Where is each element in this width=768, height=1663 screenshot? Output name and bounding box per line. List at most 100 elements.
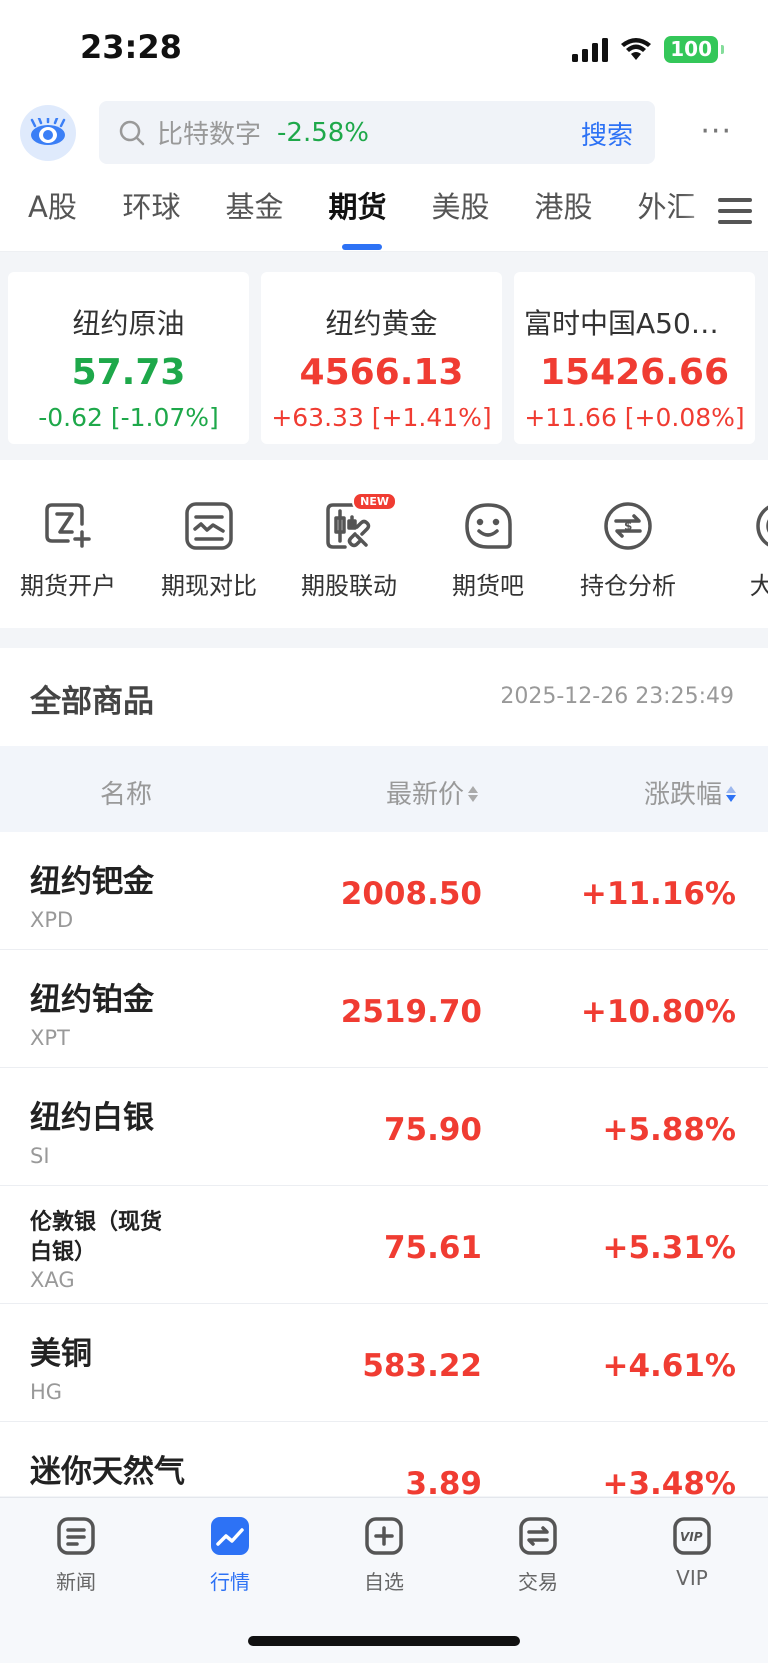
list-rows: 纽约钯金 XPD 2008.50 +11.16% 纽约铂金 XPT 2519.7… [0, 832, 768, 1496]
shortcut-grid: 期货开户 期现对比 NEW 期股联动 期货吧 $ 持仓分析 大 [0, 460, 768, 628]
shortcut-big-v[interactable]: 大V [700, 500, 768, 601]
bottom-nav: 新闻 行情 自选 交易 VIP VIP [0, 1497, 768, 1663]
news-icon [56, 1516, 96, 1556]
list-header: 名称 最新价 涨跌幅 [0, 746, 768, 832]
row-price: 583.22 [362, 1348, 482, 1384]
watchlist-add-icon [364, 1516, 404, 1556]
row-price: 75.90 [383, 1112, 482, 1148]
row-change: +10.80% [580, 994, 736, 1030]
eye-logo-icon [30, 118, 66, 145]
card-change: +11.66 [+0.08%] [524, 403, 745, 432]
card-price: 57.73 [71, 352, 186, 393]
column-price-label: 最新价 [385, 780, 464, 810]
shortcut-label: 期货开户 [20, 572, 116, 600]
column-name: 名称 [100, 780, 153, 810]
market-tabs: A股 环球 基金 期货 美股 港股 外汇 [0, 170, 768, 252]
home-indicator[interactable] [248, 1636, 520, 1646]
tab-funds[interactable]: 基金 [203, 170, 306, 251]
candlestick-link-icon: NEW [323, 492, 397, 552]
index-card-crude-oil[interactable]: 纽约原油 57.73 -0.62 [-1.07%] [8, 272, 249, 444]
nav-trade[interactable]: 交易 [488, 1516, 588, 1595]
sina-logo[interactable] [20, 105, 76, 161]
shortcut-futures-forum[interactable]: 期货吧 [418, 500, 558, 601]
battery-indicator: 100 [664, 36, 724, 63]
shortcut-label: 期货吧 [452, 572, 524, 600]
row-name: 纽约钯金 [30, 864, 154, 900]
position-analysis-icon: $ [602, 500, 654, 552]
tab-futures[interactable]: 期货 [306, 170, 409, 251]
shortcut-label: 持仓分析 [580, 572, 676, 600]
index-card-gold[interactable]: 纽约黄金 4566.13 +63.33 [+1.41%] [261, 272, 502, 444]
tab-forex[interactable]: 外汇 [615, 170, 718, 251]
shortcut-account-open[interactable]: 期货开户 [0, 500, 138, 601]
nav-label: 自选 [364, 1570, 404, 1594]
shortcut-label: 期股联动 [301, 572, 397, 600]
big-v-icon [744, 500, 768, 552]
new-badge: NEW [352, 492, 397, 511]
row-change: +5.31% [602, 1230, 736, 1266]
commodity-list: 全部商品 2025-12-26 23:25:49 名称 最新价 涨跌幅 纽约钯金… [0, 648, 768, 1496]
row-name: 纽约铂金 [30, 982, 154, 1018]
row-change: +11.16% [580, 876, 736, 912]
list-row[interactable]: 纽约钯金 XPD 2008.50 +11.16% [0, 832, 768, 950]
column-price-sort[interactable]: 最新价 [386, 774, 478, 811]
nav-news[interactable]: 新闻 [26, 1516, 126, 1595]
search-header: 比特数字 -2.58% 搜索 ··· [0, 100, 768, 170]
index-card-a50[interactable]: 富时中国A50指数 15426.66 +11.66 [+0.08%] [514, 272, 755, 444]
row-change: +4.61% [602, 1348, 736, 1384]
tab-global[interactable]: 环球 [100, 170, 203, 251]
nav-vip[interactable]: VIP VIP [642, 1516, 742, 1590]
column-change-sort[interactable]: 涨跌幅 [644, 774, 736, 811]
row-code: HG [30, 1380, 63, 1404]
search-input[interactable]: 比特数字 -2.58% 搜索 [99, 101, 655, 164]
row-code: XAG [30, 1268, 75, 1292]
more-button[interactable]: ··· [700, 114, 732, 149]
shortcut-candlestick-link[interactable]: NEW 期股联动 [279, 492, 419, 601]
signal-icon [572, 37, 609, 62]
card-price: 15426.66 [539, 352, 730, 393]
nav-label: 行情 [210, 1570, 250, 1594]
nav-label: 交易 [518, 1570, 558, 1594]
card-price: 4566.13 [299, 352, 464, 393]
tab-menu-icon[interactable] [716, 192, 754, 230]
svg-text:$: $ [624, 519, 632, 533]
card-change: -0.62 [-1.07%] [38, 403, 219, 432]
card-name: 纽约原油 [72, 307, 185, 340]
tab-us-stocks[interactable]: 美股 [409, 170, 512, 251]
sort-desc-icon [726, 784, 736, 804]
list-row[interactable]: 纽约白银 SI 75.90 +5.88% [0, 1068, 768, 1186]
shortcut-label: 期现对比 [161, 572, 257, 600]
search-button[interactable]: 搜索 [581, 115, 633, 152]
row-price: 2519.70 [340, 994, 482, 1030]
status-bar: 23:28 100 [0, 0, 768, 100]
tab-a-shares[interactable]: A股 [28, 170, 84, 251]
compare-icon [183, 500, 235, 552]
nav-label: 新闻 [56, 1570, 96, 1594]
row-code: XPD [30, 908, 74, 932]
list-row[interactable]: 纽约铂金 XPT 2519.70 +10.80% [0, 950, 768, 1068]
row-price: 3.89 [405, 1466, 483, 1496]
wifi-icon [621, 37, 652, 60]
shortcut-label: 大V [749, 572, 768, 600]
row-name: 伦敦银（现货白银） [30, 1210, 163, 1265]
nav-watchlist[interactable]: 自选 [334, 1516, 434, 1595]
index-cards: 纽约原油 57.73 -0.62 [-1.07%] 纽约黄金 4566.13 +… [8, 272, 768, 444]
search-suggest-change: -2.58% [277, 117, 369, 148]
search-icon [119, 120, 145, 145]
list-row[interactable]: 美铜 HG 583.22 +4.61% [0, 1304, 768, 1422]
column-change-label: 涨跌幅 [643, 780, 722, 810]
shortcut-compare[interactable]: 期现对比 [139, 500, 279, 601]
list-title: 全部商品 [30, 684, 154, 720]
nav-market[interactable]: 行情 [180, 1516, 280, 1595]
list-row[interactable]: 伦敦银（现货白银） XAG 75.61 +5.31% [0, 1186, 768, 1304]
sort-icon [468, 784, 478, 804]
market-icon [210, 1516, 250, 1556]
tab-hk-stocks[interactable]: 港股 [512, 170, 615, 251]
card-name: 富时中国A50指数 [524, 307, 747, 340]
row-price: 75.61 [383, 1230, 482, 1266]
row-name: 纽约白银 [30, 1100, 154, 1136]
list-row[interactable]: 迷你天然气 3.89 +3.48% [0, 1422, 768, 1496]
row-change: +5.88% [602, 1112, 736, 1148]
row-code: XPT [30, 1026, 70, 1050]
shortcut-position-analysis[interactable]: $ 持仓分析 [558, 500, 698, 601]
